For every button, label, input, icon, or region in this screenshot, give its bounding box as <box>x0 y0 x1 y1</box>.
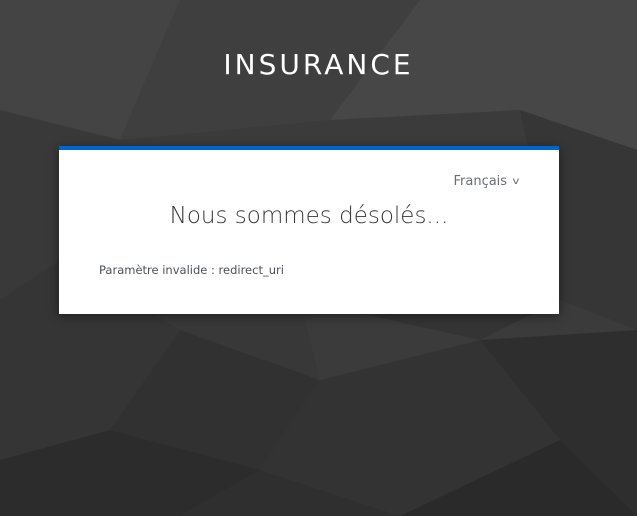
language-selector[interactable]: Français v <box>453 174 519 189</box>
page-heading: Nous sommes désolés... <box>169 203 449 229</box>
language-label: Français <box>453 174 508 189</box>
error-card: Français v Nous sommes désolés... Paramè… <box>59 146 559 314</box>
chevron-down-icon: v <box>512 176 520 187</box>
realm-title: INSURANCE <box>223 48 414 81</box>
error-message: Paramètre invalide : redirect_uri <box>99 263 284 277</box>
